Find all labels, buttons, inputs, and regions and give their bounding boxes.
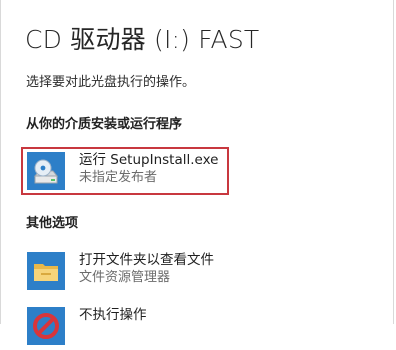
cd-drive-icon: [27, 152, 65, 190]
open-folder-sublabel: 文件资源管理器: [79, 270, 171, 285]
no-action-icon: [27, 307, 65, 345]
dialog-title: CD 驱动器 (I:) FAST: [25, 25, 260, 54]
no-action-option[interactable]: 不执行操作: [21, 302, 229, 350]
no-action-label: 不执行操作: [79, 307, 147, 323]
run-setup-option[interactable]: 运行 SetupInstall.exe 未指定发布者: [21, 147, 229, 195]
install-section-heading: 从你的介质安装或运行程序: [26, 117, 183, 132]
folder-icon: [27, 252, 65, 290]
open-folder-label: 打开文件夹以查看文件: [79, 252, 214, 268]
other-options-heading: 其他选项: [26, 216, 79, 231]
dialog-subtitle: 选择要对此光盘执行的操作。: [26, 75, 196, 90]
autoplay-dialog: CD 驱动器 (I:) FAST 选择要对此光盘执行的操作。 从你的介质安装或运…: [0, 0, 394, 345]
run-setup-label: 运行 SetupInstall.exe: [79, 152, 219, 168]
open-folder-option[interactable]: 打开文件夹以查看文件 文件资源管理器: [21, 247, 229, 295]
run-setup-publisher: 未指定发布者: [79, 170, 158, 185]
